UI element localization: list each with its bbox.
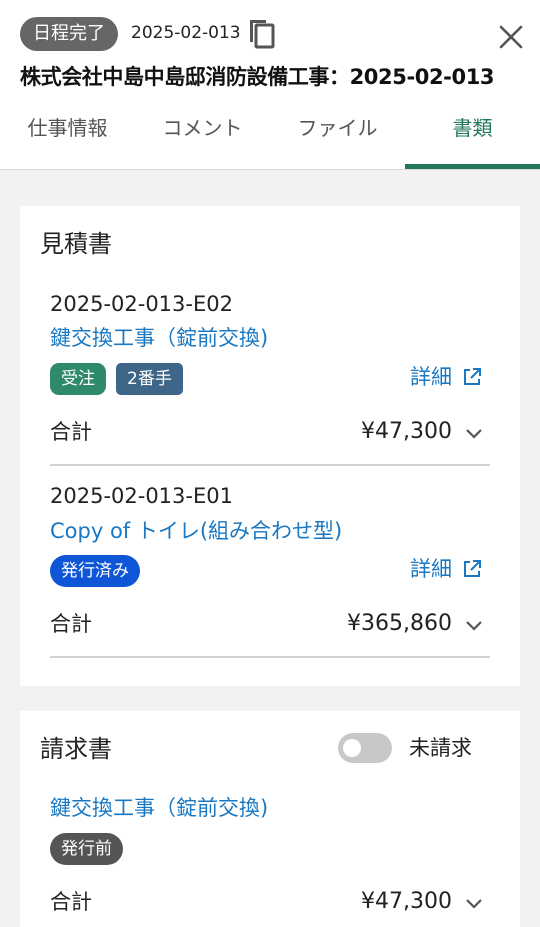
total-row[interactable]: 合計 ¥47,300 [50,416,490,448]
toggle-knob [343,739,361,757]
chevron-down-icon [466,621,482,631]
close-icon[interactable] [494,20,528,54]
total-amount: ¥47,300 [361,889,452,914]
detail-link[interactable]: 詳細 [410,362,482,392]
job-id: 2025-02-013 [131,23,241,43]
total-row[interactable]: 合計 ¥47,300 [50,886,490,918]
estimates-heading: 見積書 [40,230,112,258]
invoice-name-link[interactable]: 鍵交換工事（錠前交換) [50,793,268,823]
total-amount: ¥365,860 [347,611,452,636]
tab-bar: 仕事情報 コメント ファイル 書類 [0,108,540,169]
estimate-number: 2025-02-013-E01 [50,484,233,508]
detail-label: 詳細 [410,557,452,581]
status-badge-issued: 発行済み [50,555,140,587]
total-label: 合計 [50,612,92,636]
total-row[interactable]: 合計 ¥365,860 [50,608,490,640]
divider [50,656,490,658]
external-link-icon [464,368,481,385]
tab-comments[interactable]: コメント [135,108,270,169]
estimate-name-link[interactable]: Copy of トイレ(組み合わせ型) [50,516,342,546]
page-title: 株式会社中島中島邸消防設備工事：2025-02-013 [20,65,495,89]
estimate-number: 2025-02-013-E02 [50,292,233,316]
tab-documents[interactable]: 書類 [405,108,540,169]
status-badge-ordered: 受注 [50,363,106,395]
header: 日程完了 2025-02-013 株式会社中島中島邸消防設備工事：2025-02… [0,0,540,170]
invoices-card: 請求書 未請求 鍵交換工事（錠前交換) 発行前 合計 ¥47,300 [20,711,520,927]
estimate-name-link[interactable]: 鍵交換工事（錠前交換) [50,323,268,353]
invoices-heading: 請求書 [40,735,112,763]
chevron-down-icon [466,899,482,909]
status-badge: 日程完了 [20,17,118,51]
detail-label: 詳細 [410,365,452,389]
estimates-card: 見積書 2025-02-013-E02 鍵交換工事（錠前交換) 受注 2番手 詳… [20,206,520,686]
toggle-label: 未請求 [409,736,472,760]
tab-job-info[interactable]: 仕事情報 [0,108,135,169]
divider [50,464,490,466]
unbilled-toggle[interactable] [338,733,392,763]
status-badge-unissued: 発行前 [50,833,123,865]
total-amount: ¥47,300 [361,419,452,444]
tab-files[interactable]: ファイル [270,108,405,169]
external-link-icon [464,560,481,577]
chevron-down-icon [466,429,482,439]
detail-link[interactable]: 詳細 [410,554,482,584]
total-label: 合計 [50,890,92,914]
copy-icon[interactable] [244,15,278,51]
status-badge-second: 2番手 [116,363,183,395]
total-label: 合計 [50,420,92,444]
